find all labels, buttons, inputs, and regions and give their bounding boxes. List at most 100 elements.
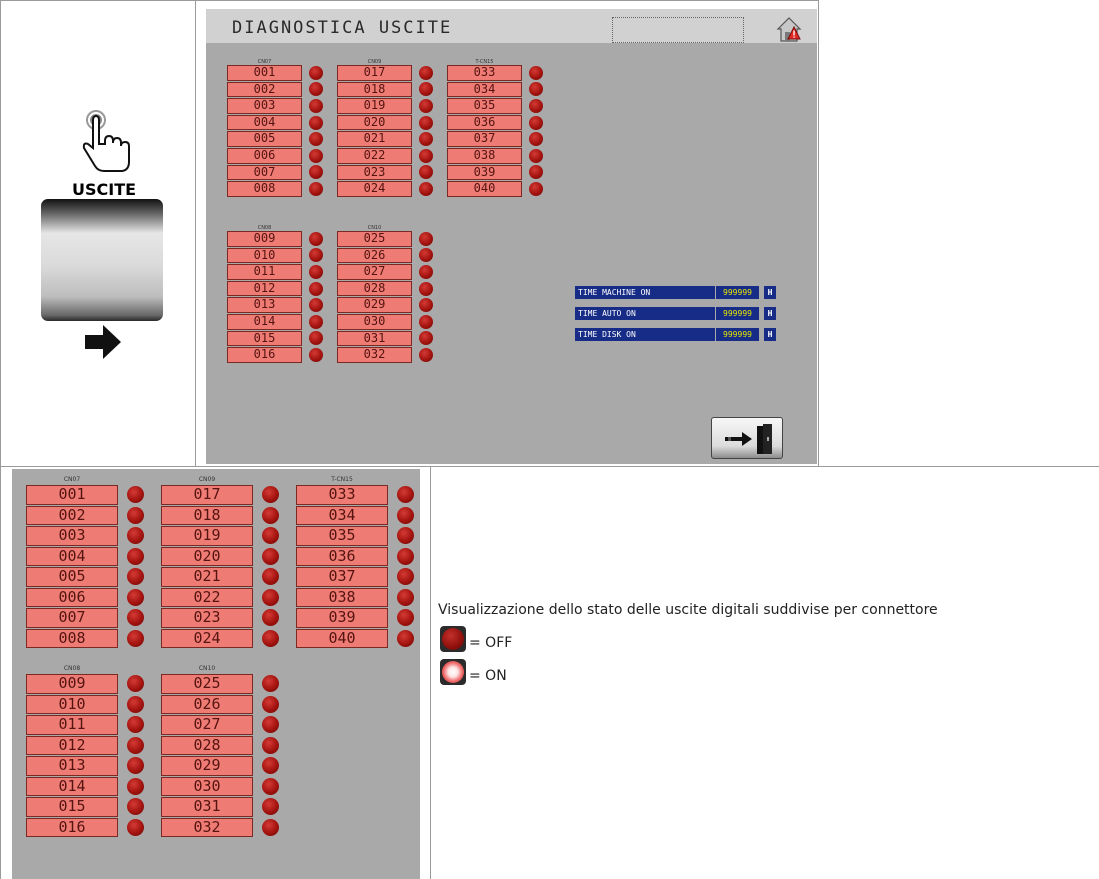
output-led-off-icon	[309, 99, 323, 113]
output-led-off-icon	[127, 588, 144, 606]
output-led-off-icon	[309, 314, 323, 329]
output-led-off-icon	[419, 265, 433, 279]
output-label: 015	[227, 330, 302, 347]
output-label: 005	[26, 567, 118, 587]
output-led-off-icon	[127, 527, 144, 545]
output-led-off-icon	[397, 588, 414, 606]
output-label: 003	[227, 98, 302, 114]
output-label: 011	[227, 264, 302, 280]
output-led-off-icon	[397, 568, 414, 586]
right-arrow-icon	[85, 325, 121, 359]
output-led-off-icon	[419, 281, 433, 296]
output-led-off-icon	[419, 165, 433, 180]
output-led-off-icon	[309, 298, 323, 313]
output-label: 040	[296, 628, 388, 648]
time-counter-unit: H	[764, 286, 776, 299]
output-label: 028	[337, 280, 412, 297]
output-label: 029	[337, 297, 412, 313]
output-label: 009	[227, 231, 302, 247]
output-label: 039	[447, 164, 522, 181]
output-label: 018	[161, 505, 253, 525]
output-led-off-icon	[309, 182, 323, 196]
output-label: 039	[296, 608, 388, 628]
output-led-off-icon	[529, 65, 543, 80]
page-title: DIAGNOSTICA USCITE	[232, 18, 453, 38]
output-label: 038	[447, 148, 522, 164]
output-label: 017	[337, 65, 412, 81]
output-led-off-icon	[262, 486, 279, 504]
output-led-off-icon	[529, 148, 543, 163]
output-label: 029	[161, 756, 253, 776]
output-led-off-icon	[419, 331, 433, 346]
output-label: 027	[337, 264, 412, 280]
output-led-off-icon	[127, 675, 144, 693]
time-counter-label: TIME AUTO ON	[575, 307, 715, 320]
output-label: 022	[337, 148, 412, 164]
output-label: 020	[337, 114, 412, 131]
time-counter-value: 999999	[716, 286, 759, 299]
output-label: 038	[296, 587, 388, 607]
output-label: 005	[227, 131, 302, 147]
time-counter-unit: H	[764, 307, 776, 320]
time-counter-value: 999999	[716, 328, 759, 341]
output-led-off-icon	[127, 695, 144, 713]
output-label: 006	[227, 148, 302, 164]
output-label: 024	[337, 181, 412, 197]
uscite-button[interactable]	[41, 199, 163, 321]
output-label: 028	[161, 735, 253, 755]
output-led-off-icon	[309, 82, 323, 97]
output-label: 019	[161, 526, 253, 546]
output-led-off-icon	[127, 818, 144, 836]
output-led-off-icon	[309, 65, 323, 80]
connector-label: CN08	[63, 665, 81, 672]
output-label: 034	[447, 81, 522, 98]
output-label: 008	[26, 628, 118, 648]
touch-hand-icon	[82, 110, 130, 172]
output-label: 008	[227, 181, 302, 197]
output-label: 021	[337, 131, 412, 147]
output-led-off-icon	[419, 115, 433, 130]
nav-cell: USCITE	[1, 1, 195, 466]
output-label: 017	[161, 485, 253, 505]
output-led-off-icon	[419, 248, 433, 263]
time-counter-label: TIME MACHINE ON	[575, 286, 715, 299]
description-text: Visualizzazione dello stato delle uscite…	[438, 602, 938, 618]
output-label: 026	[161, 694, 253, 714]
output-led-off-icon	[262, 547, 279, 565]
output-label: 012	[227, 280, 302, 297]
output-label: 032	[161, 817, 253, 837]
status-field	[612, 17, 744, 43]
output-led-off-icon	[309, 132, 323, 147]
led-on-icon	[440, 659, 466, 685]
output-label: 010	[26, 694, 118, 714]
exit-button[interactable]	[711, 417, 783, 459]
output-led-off-icon	[309, 248, 323, 263]
output-led-off-icon	[419, 298, 433, 313]
output-led-off-icon	[419, 65, 433, 80]
output-led-off-icon	[309, 265, 323, 279]
output-label: 034	[296, 505, 388, 525]
output-label: 018	[337, 81, 412, 98]
connector-label: CN09	[198, 476, 216, 483]
output-label: 009	[26, 674, 118, 694]
output-label: 035	[296, 526, 388, 546]
output-led-off-icon	[262, 506, 279, 524]
hmi-title-bar: DIAGNOSTICA USCITE	[206, 9, 817, 43]
output-label: 030	[161, 776, 253, 796]
output-label: 036	[296, 546, 388, 566]
output-label: 032	[337, 347, 412, 363]
output-label: 011	[26, 715, 118, 735]
home-alarm-icon[interactable]	[775, 15, 803, 43]
output-led-off-icon	[262, 818, 279, 836]
output-led-off-icon	[529, 115, 543, 130]
output-led-off-icon	[419, 348, 433, 362]
uscite-label: USCITE	[72, 180, 137, 199]
output-led-off-icon	[419, 182, 433, 196]
output-led-off-icon	[127, 629, 144, 647]
output-led-off-icon	[419, 148, 433, 163]
legend-on-label: = ON	[469, 668, 507, 684]
output-label: 040	[447, 181, 522, 197]
time-counter-label: TIME DISK ON	[575, 328, 715, 341]
output-led-off-icon	[127, 736, 144, 754]
output-label: 020	[161, 546, 253, 566]
